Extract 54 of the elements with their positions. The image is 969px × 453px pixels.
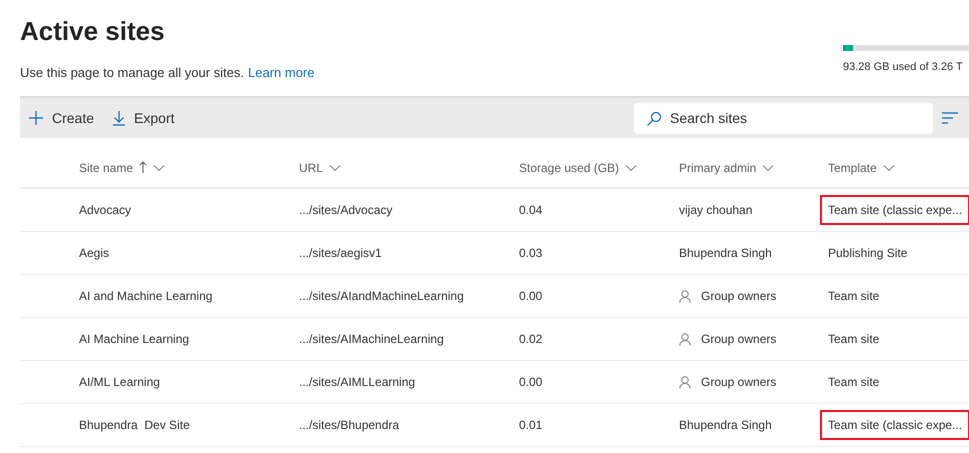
primary-admin-cell-text: Group owners (701, 331, 776, 348)
plus-icon (28, 110, 44, 126)
person-icon (679, 376, 691, 388)
site-name-cell-text: Advocacy (79, 202, 132, 219)
storage-cell-text: 0.03 (519, 245, 544, 262)
chevron-down-icon (153, 164, 166, 172)
primary-admin-cell-text: Group owners (701, 374, 776, 391)
learn-more-link[interactable]: Learn more (248, 64, 314, 82)
storage-usage-text: 93.28 GB used of 3.26 T (843, 60, 964, 75)
url-cell-text: .../sites/Advocacy (299, 202, 394, 219)
column-header[interactable]: URL (299, 158, 342, 176)
storage-cell-text: 0.01 (519, 417, 544, 434)
url-cell-text: .../sites/aegisv1 (299, 245, 383, 262)
person-icon (679, 332, 691, 346)
create-button[interactable]: Create (26, 104, 96, 132)
search-icon (646, 110, 662, 126)
highlighted-template-cell: Team site (classic expe... (820, 195, 969, 225)
url-cell-text: .../sites/AIMLLearning (299, 374, 416, 391)
highlighted-template-cell: Team site (classic expe... (820, 410, 969, 440)
url-cell-text: .../sites/Bhupendra (299, 417, 400, 434)
primary-admin-cell-text: Bhupendra Singh (679, 245, 772, 262)
filter-icon[interactable] (942, 112, 958, 124)
search-field[interactable]: Search sites (634, 102, 933, 134)
page-description: Use this page to manage all your sites. (20, 64, 244, 82)
storage-cell-text: 0.00 (519, 374, 544, 391)
template-cell-text: Team site (827, 288, 880, 305)
site-name-cell-text: AI Machine Learning (79, 331, 190, 348)
chevron-down-icon (329, 164, 342, 172)
column-header[interactable]: Storage used (GB) (519, 158, 638, 176)
column-header[interactable]: Site name (79, 158, 166, 176)
storage-cell-text: 0.00 (519, 288, 544, 305)
column-header[interactable]: Primary admin (679, 158, 774, 176)
site-name-cell-text: AI and Machine Learning (79, 288, 214, 305)
chevron-down-icon (762, 164, 774, 172)
storage-cell-text: 0.02 (519, 331, 544, 348)
url-cell-text: .../sites/AIMachineLearning (299, 331, 445, 348)
template-cell-text: Publishing Site (827, 245, 908, 262)
primary-admin-cell-text: Bhupendra Singh (679, 417, 772, 434)
site-name-cell-text: AI/ML Learning (79, 374, 161, 391)
storage-cell-text: 0.04 (519, 202, 544, 219)
site-name-cell-text: Aegis (79, 245, 110, 262)
primary-admin-cell-text: Group owners (701, 288, 776, 305)
url-cell-text: .../sites/AIandMachineLearning (299, 288, 465, 305)
chevron-down-icon (625, 164, 638, 172)
page-title: Active sites (20, 15, 166, 48)
primary-admin-cell-text: vijay chouhan (679, 202, 752, 219)
site-name-cell-text: Bhupendra Dev Site (79, 417, 191, 434)
column-header[interactable]: Template (828, 158, 895, 176)
chevron-down-icon (882, 164, 895, 172)
export-button[interactable]: Export (110, 104, 176, 132)
person-icon (679, 290, 691, 302)
template-cell-text: Team site (827, 374, 880, 391)
template-cell-text: Team site (827, 331, 880, 348)
download-icon (112, 110, 126, 126)
